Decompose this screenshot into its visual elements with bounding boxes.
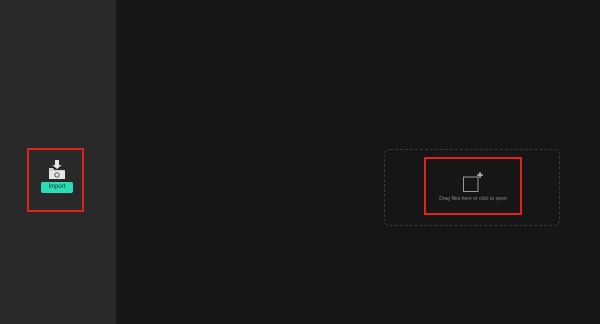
- drop-instructions: Drag files here or click to open: [439, 196, 507, 202]
- import-folder-icon[interactable]: [45, 158, 69, 182]
- add-file-icon[interactable]: [463, 172, 483, 192]
- import-button[interactable]: Import: [41, 182, 73, 193]
